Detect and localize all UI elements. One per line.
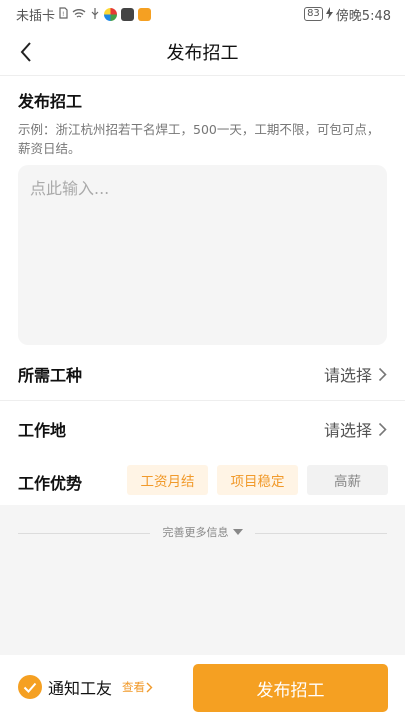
clock-text: 傍晚5:48 [335, 8, 391, 24]
advantage-tag-monthly-pay[interactable]: 工资月结 [127, 465, 208, 495]
divider [0, 400, 405, 401]
work-location-value: 请选择 [323, 421, 372, 440]
view-link-label: 查看 [122, 680, 146, 694]
work-location-label: 工作地 [18, 421, 67, 440]
job-type-label: 所需工种 [18, 366, 83, 385]
more-info-toggle[interactable]: 完善更多信息 [0, 524, 405, 540]
usb-icon [90, 7, 100, 22]
chevron-right-icon [378, 422, 387, 436]
checkmark-icon [18, 675, 42, 699]
example-hint: 示例：浙江杭州招若干名焊工，500一天，工期不限，可包可点，薪资日结。 [18, 122, 380, 156]
job-type-select[interactable]: 请选择 [324, 362, 387, 386]
app-icon-orange [138, 7, 152, 21]
job-type-row[interactable]: 所需工种 请选择 [0, 349, 405, 399]
job-type-value: 请选择 [323, 366, 372, 385]
wifi-icon [72, 8, 86, 21]
more-info-label: 完善更多信息 [162, 526, 229, 539]
status-bar: 未插卡 ! 83 傍晚5:48 [0, 0, 405, 28]
section-title: 发布招工 [18, 92, 83, 111]
back-button[interactable] [12, 38, 40, 66]
publish-button[interactable]: 发布招工 [193, 664, 388, 712]
notify-workers-label: 通知工友 [48, 679, 113, 698]
svg-text:!: ! [62, 11, 64, 18]
triangle-down-icon [232, 529, 243, 535]
app-icon-colorful [104, 7, 118, 21]
job-description-input[interactable] [18, 165, 387, 345]
status-bar-left: 未插卡 ! [16, 5, 152, 24]
page-title: 发布招工 [166, 42, 239, 64]
more-info-area: 完善更多信息 [0, 505, 405, 655]
work-location-row[interactable]: 工作地 请选择 [0, 404, 405, 454]
work-location-select[interactable]: 请选择 [324, 417, 387, 441]
status-bar-right: 83 傍晚5:48 [304, 5, 391, 24]
carrier-text: 未插卡 [16, 8, 56, 24]
advantage-label: 工作优势 [18, 474, 83, 493]
chevron-right-icon [378, 367, 387, 381]
charging-icon [325, 7, 333, 21]
nav-bar: 发布招工 [0, 28, 405, 76]
bottom-bar: 通知工友 查看 发布招工 [0, 655, 405, 720]
app-icon-dark [121, 7, 135, 21]
advantage-tag-high-salary[interactable]: 高薪 [307, 465, 388, 495]
advantage-tag-stable-project[interactable]: 项目稳定 [217, 465, 298, 495]
chevron-right-icon [146, 682, 153, 692]
view-link[interactable]: 查看 [122, 679, 153, 695]
battery-icon: 83 [304, 7, 323, 21]
sim-icon: ! [59, 7, 68, 21]
notify-workers-checkbox[interactable]: 通知工友 查看 [18, 675, 153, 699]
chevron-left-icon [20, 42, 31, 62]
